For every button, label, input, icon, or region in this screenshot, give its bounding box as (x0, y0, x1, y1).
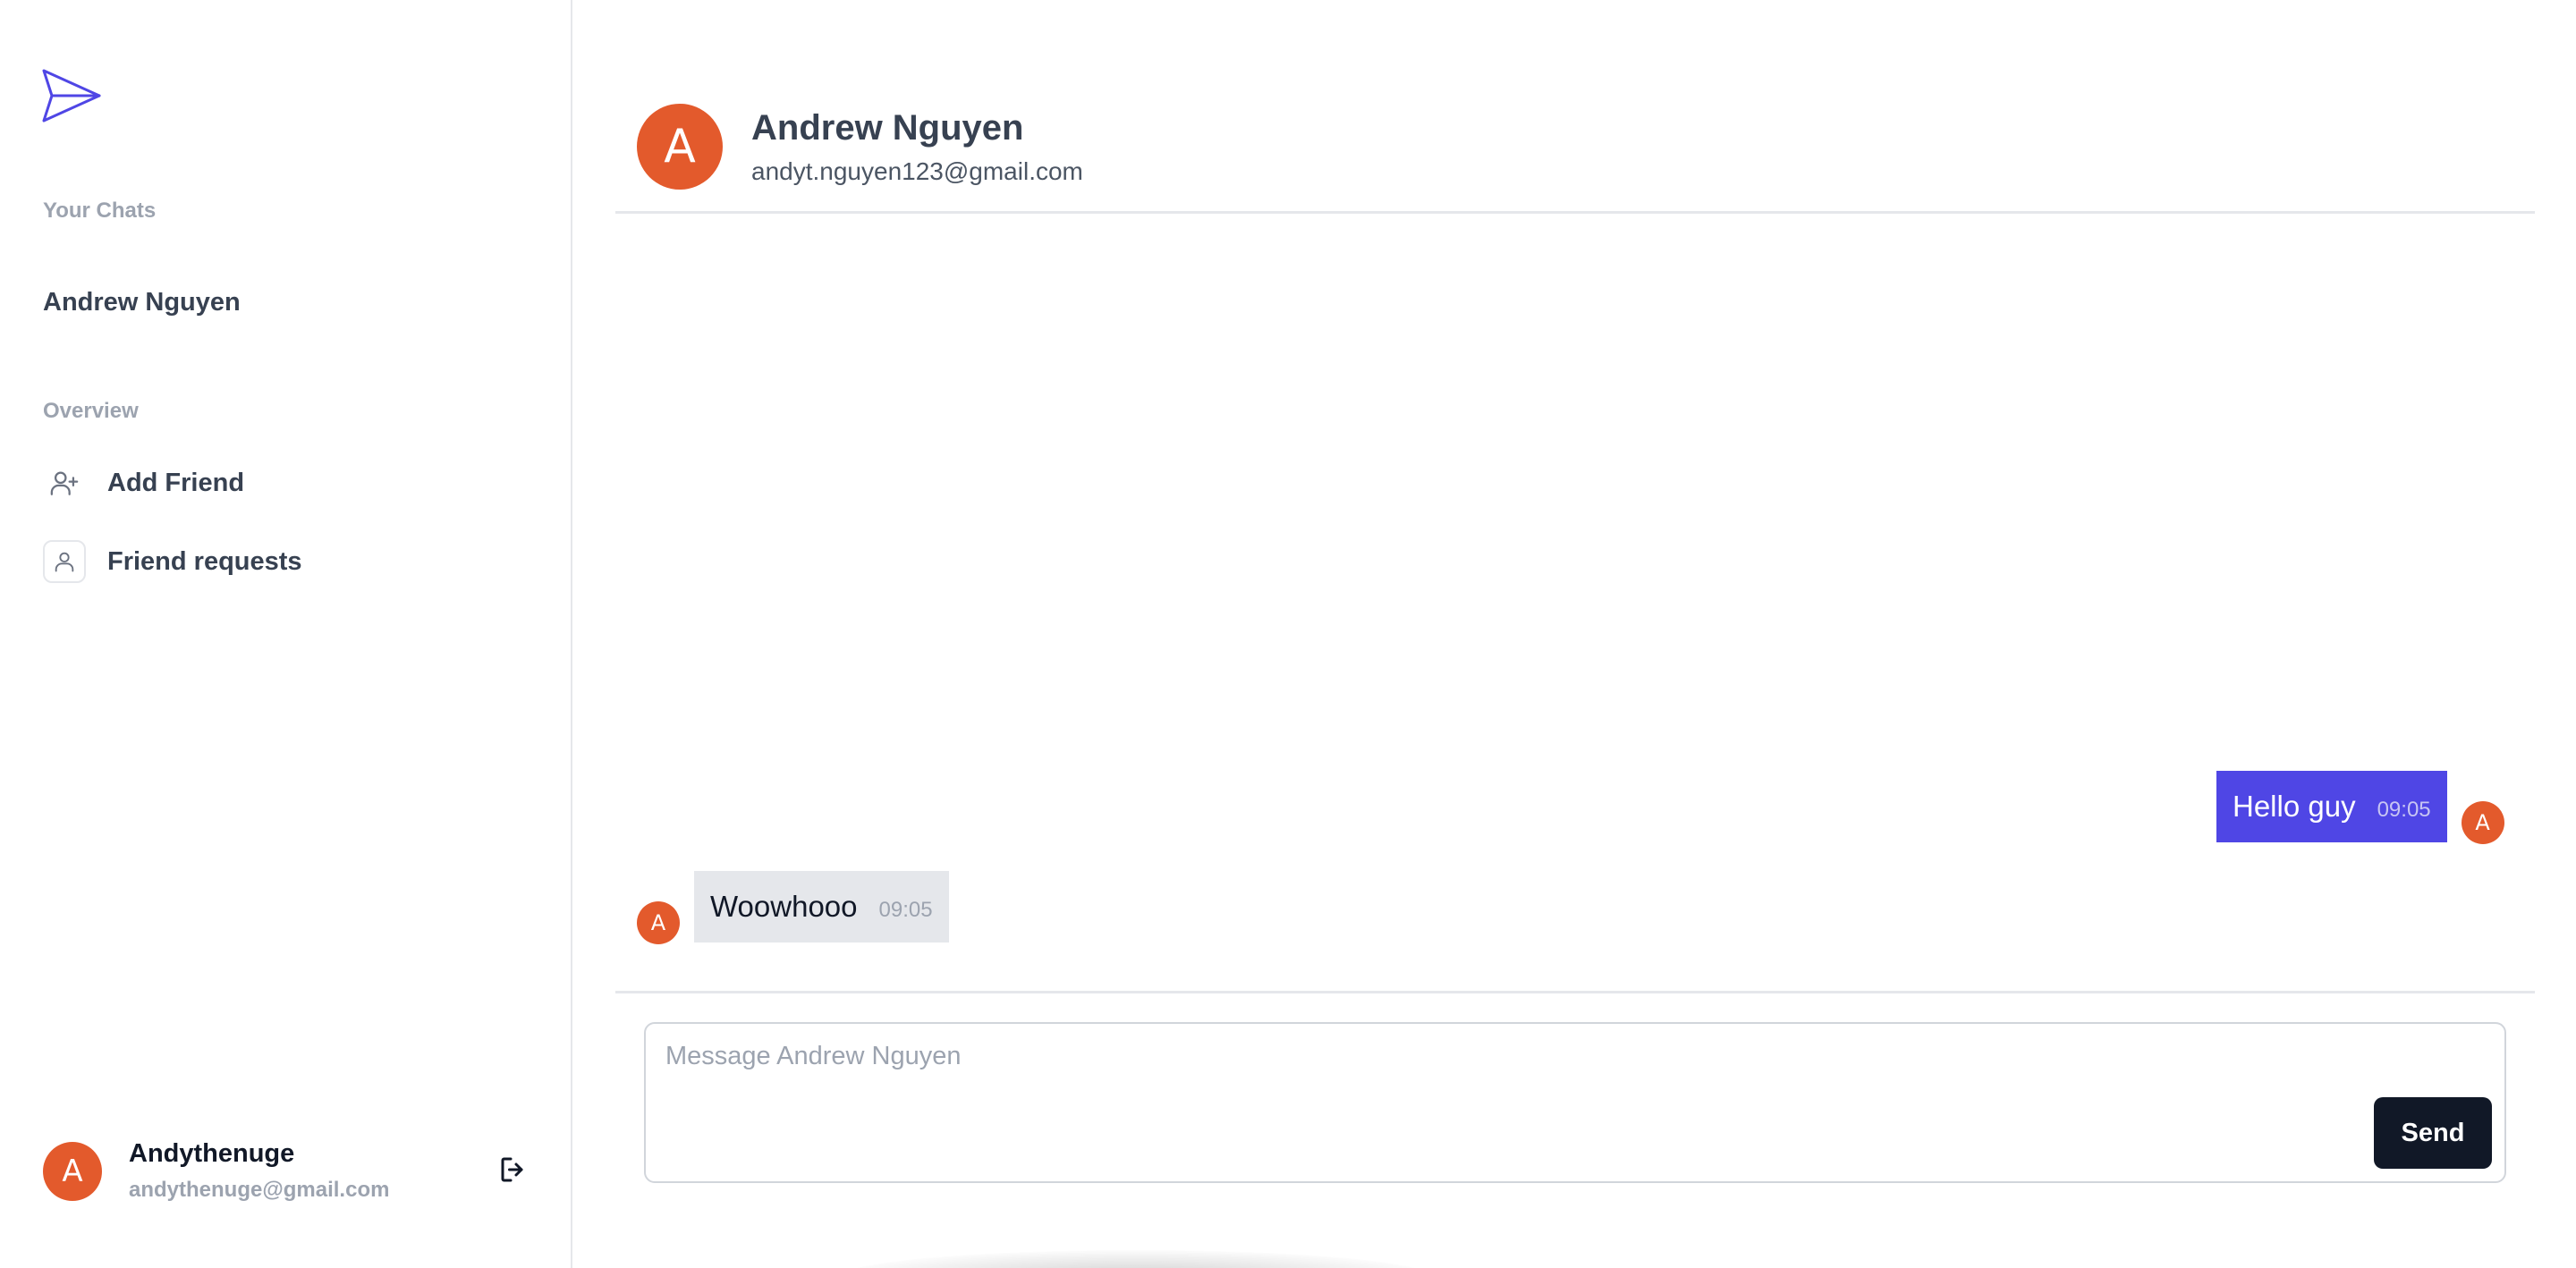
sidebar: Your Chats Andrew Nguyen Overview Add Fr… (0, 0, 572, 1268)
sidebar-item-friend-requests[interactable]: Friend requests (43, 540, 302, 583)
message-time: 09:05 (2377, 798, 2431, 822)
composer-divider (615, 991, 2535, 993)
sidebar-chat-andrew-nguyen[interactable]: Andrew Nguyen (43, 288, 241, 317)
message-sent: Hello guy 09:05 A (2216, 771, 2504, 844)
message-input[interactable] (646, 1024, 2504, 1181)
bottom-shadow (841, 1250, 1431, 1268)
avatar: A (43, 1141, 102, 1201)
logout-icon[interactable] (497, 1154, 530, 1186)
message-text: Woowhooo (710, 890, 858, 923)
partner-name: Andrew Nguyen (751, 107, 1024, 148)
chat-panel: A Andrew Nguyen andyt.nguyen123@gmail.co… (572, 0, 2576, 1268)
message-time: 09:05 (878, 898, 933, 922)
overview-label: Overview (43, 399, 139, 423)
friend-requests-label: Friend requests (107, 546, 302, 576)
current-user-name: Andythenuge (129, 1139, 295, 1168)
user-plus-icon (43, 461, 86, 504)
header-divider (615, 211, 2535, 214)
message-avatar: A (2461, 801, 2504, 844)
send-button[interactable]: Send (2374, 1097, 2492, 1169)
current-user-card: A Andythenuge andythenuge@gmail.com (43, 1139, 389, 1203)
message-text: Hello guy (2233, 790, 2356, 823)
message-bubble: Hello guy 09:05 (2216, 771, 2447, 842)
partner-avatar: A (637, 104, 723, 190)
your-chats-label: Your Chats (43, 199, 157, 223)
add-friend-label: Add Friend (107, 468, 245, 497)
message-bubble: Woowhooo 09:05 (694, 871, 949, 943)
send-paper-plane-icon[interactable] (41, 68, 102, 123)
sidebar-item-add-friend[interactable]: Add Friend (43, 461, 244, 504)
message-composer: Send (644, 1022, 2506, 1183)
message-avatar: A (637, 901, 680, 944)
partner-email: andyt.nguyen123@gmail.com (751, 156, 1083, 185)
current-user-email: andythenuge@gmail.com (129, 1178, 390, 1202)
message-received: A Woowhooo 09:05 (637, 871, 949, 944)
user-icon (43, 540, 86, 583)
chat-header: A Andrew Nguyen andyt.nguyen123@gmail.co… (637, 104, 1083, 190)
chat-app: Your Chats Andrew Nguyen Overview Add Fr… (0, 0, 2576, 1268)
